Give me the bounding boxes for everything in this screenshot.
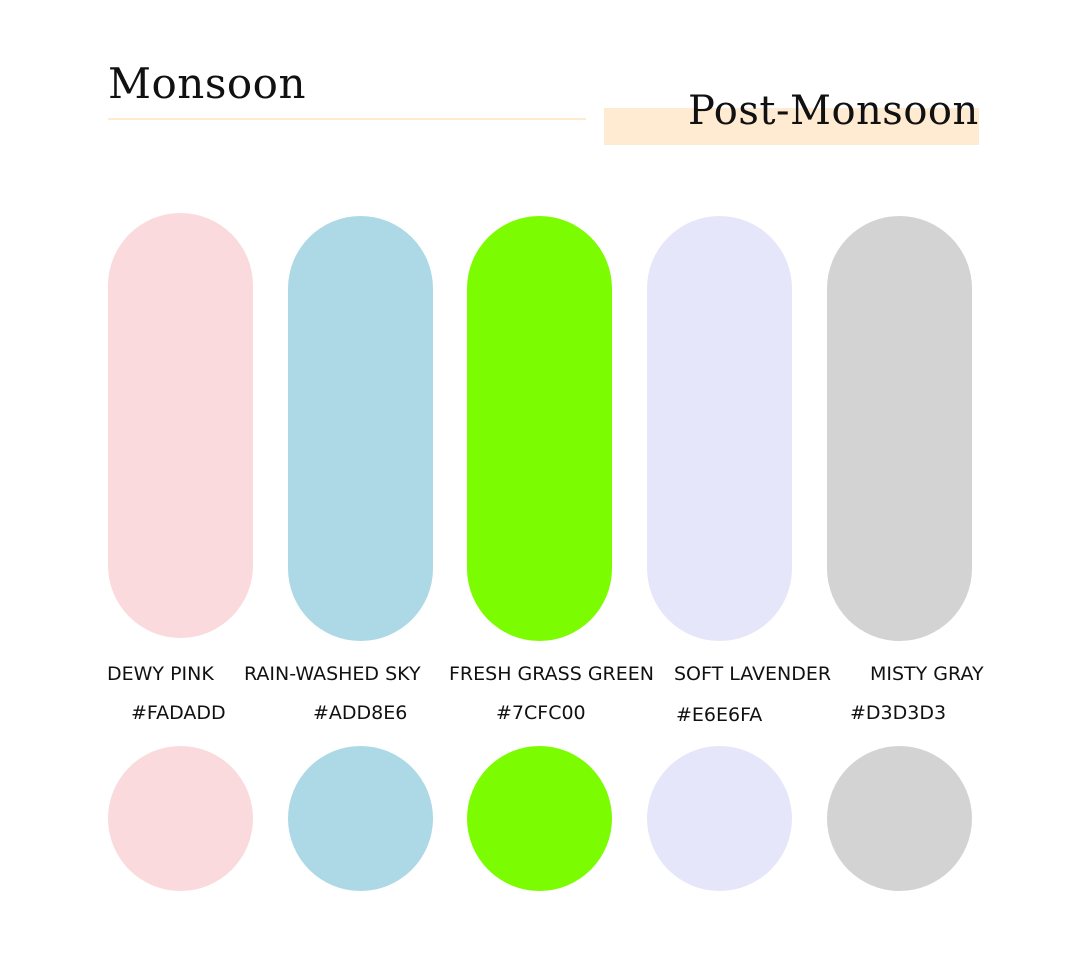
swatch-circle-rain-washed-sky: [288, 746, 433, 891]
swatch-name-rain-washed-sky: RAIN-WASHED SKY: [244, 663, 421, 685]
swatch-pill-rain-washed-sky: [288, 216, 433, 641]
swatch-circle-fresh-grass-green: [467, 746, 612, 891]
swatch-circle-soft-lavender: [647, 746, 792, 891]
swatch-pill-fresh-grass-green: [467, 216, 612, 641]
swatch-name-misty-gray: MISTY GRAY: [870, 663, 984, 685]
title-underline: [108, 118, 586, 120]
swatch-pill-misty-gray: [827, 216, 972, 641]
swatch-hex-fresh-grass-green: #7CFC00: [496, 702, 586, 724]
swatch-pill-dewy-pink: [108, 213, 253, 638]
title-monsoon: Monsoon: [108, 59, 307, 108]
swatch-name-soft-lavender: SOFT LAVENDER: [674, 663, 832, 685]
swatch-hex-misty-gray: #D3D3D3: [850, 702, 947, 724]
swatch-circle-misty-gray: [827, 746, 972, 891]
swatch-name-fresh-grass-green: FRESH GRASS GREEN: [449, 663, 654, 685]
swatch-hex-soft-lavender: #E6E6FA: [676, 704, 763, 726]
title-post-monsoon: Post-Monsoon: [688, 88, 979, 134]
swatch-name-dewy-pink: DEWY PINK: [107, 663, 214, 685]
swatch-circle-dewy-pink: [108, 746, 253, 891]
swatch-hex-rain-washed-sky: #ADD8E6: [313, 702, 408, 724]
swatch-hex-dewy-pink: #FADADD: [131, 702, 226, 724]
swatch-pill-soft-lavender: [647, 216, 792, 641]
